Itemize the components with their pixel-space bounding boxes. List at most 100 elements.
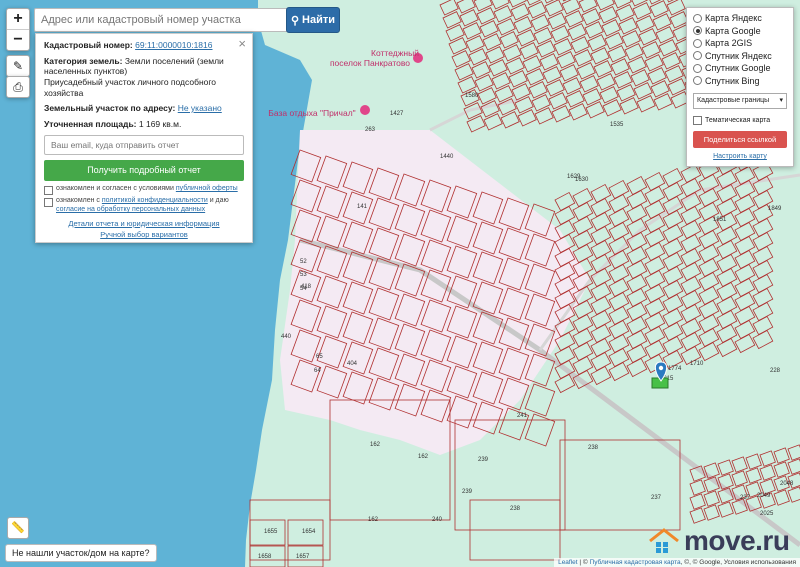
leaflet-link[interactable]: Leaflet bbox=[558, 559, 578, 566]
thematic-map-label: Тематическая карта bbox=[705, 117, 771, 124]
land-category-row: Категория земель: Земли поселений (земли… bbox=[44, 56, 244, 99]
privacy-policy-link[interactable]: политикой конфиденциальности bbox=[102, 197, 208, 204]
cadastral-number-row: Кадастровый номер: 69:11:0000010:1816 bbox=[44, 40, 244, 51]
layer-option[interactable]: Спутник Google bbox=[693, 62, 787, 75]
attribution-sep: | © bbox=[577, 559, 590, 566]
poi-marker-recreation bbox=[360, 105, 370, 115]
parcel-number-label: 162 bbox=[418, 454, 429, 460]
watermark-text: move.ru bbox=[684, 525, 790, 556]
printer-icon: ⎙ bbox=[13, 80, 23, 94]
layer-option-label: Спутник Google bbox=[705, 63, 771, 74]
agree-offer-text: ознакомлен и согласен с условиями bbox=[56, 185, 176, 193]
agree-privacy-text-2: и даю bbox=[207, 197, 229, 205]
parcel-number-label: 1535 bbox=[610, 122, 624, 128]
zoom-out-button[interactable]: − bbox=[7, 30, 29, 50]
zoom-control: + − bbox=[6, 8, 30, 51]
poi-label-cottage-1: Коттеджный bbox=[371, 48, 419, 58]
parcel-number-label: 1658 bbox=[258, 554, 272, 560]
overlay-select[interactable]: Кадастровые границы ▾ bbox=[693, 93, 787, 109]
share-link-button[interactable]: Поделиться ссылкой bbox=[693, 131, 787, 148]
parcel-number-label: 53 bbox=[300, 272, 307, 278]
agree-offer-checkbox[interactable] bbox=[44, 186, 53, 196]
agree-privacy-text: ознакомлен с bbox=[56, 197, 102, 205]
search-input[interactable] bbox=[34, 8, 294, 32]
radio-button[interactable] bbox=[693, 76, 702, 86]
parcel-number-label: 238 bbox=[588, 445, 599, 451]
move-ru-logo: move.ru bbox=[648, 525, 790, 557]
pencil-icon: ✎ bbox=[12, 59, 24, 73]
parcel-number-label: 1629 bbox=[567, 174, 581, 180]
parcel-number-label: 1849 bbox=[768, 206, 782, 212]
cadastral-number-link[interactable]: 69:11:0000010:1816 bbox=[135, 40, 212, 50]
ruler-icon: 📏 bbox=[11, 522, 25, 534]
layer-option[interactable]: Карта Google bbox=[693, 25, 787, 38]
pkk-link[interactable]: Публичная кадастровая карта bbox=[590, 559, 681, 566]
address-link[interactable]: Не указано bbox=[178, 103, 222, 113]
parcel-number-label: 1851 bbox=[713, 217, 727, 223]
search-button[interactable]: ⚲ Найти bbox=[286, 7, 340, 33]
close-icon[interactable]: × bbox=[238, 36, 246, 52]
layer-option[interactable]: Карта 2GIS bbox=[693, 37, 787, 50]
house-icon bbox=[649, 528, 679, 553]
parcel-number-label: 1657 bbox=[296, 554, 310, 560]
manual-selection-link[interactable]: Ручной выбор вариантов bbox=[44, 230, 244, 239]
parcel-number-label: 1774 bbox=[668, 366, 682, 372]
report-details-link[interactable]: Детали отчета и юридическая информация bbox=[44, 219, 244, 228]
radio-button[interactable] bbox=[693, 38, 702, 48]
agree-offer-checkbox-row: ознакомлен и согласен с условиями публич… bbox=[44, 185, 244, 196]
measure-tool-button[interactable]: ✎ bbox=[6, 55, 30, 77]
parcel-number-label: 64 bbox=[314, 368, 321, 374]
parcel-number-label: 440 bbox=[281, 334, 292, 340]
layer-option-label: Карта Яндекс bbox=[705, 13, 762, 24]
layer-option[interactable]: Карта Яндекс bbox=[693, 12, 787, 25]
parcel-number-label: 237 bbox=[651, 495, 662, 501]
public-offer-link[interactable]: публичной оферты bbox=[176, 185, 238, 192]
layer-option[interactable]: Спутник Bing bbox=[693, 75, 787, 88]
area-label: Уточненная площадь: bbox=[44, 118, 137, 129]
address-label: Земельный участок по адресу: bbox=[44, 103, 176, 114]
parcel-number-label: 2049 bbox=[757, 493, 771, 499]
poi-label-recreation: База отдыха "Причал" bbox=[268, 108, 355, 118]
parcel-number-label: 1654 bbox=[302, 529, 316, 535]
address-row: Земельный участок по адресу: Не указано bbox=[44, 103, 244, 114]
zoom-in-button[interactable]: + bbox=[7, 9, 29, 30]
layer-option-label: Карта Google bbox=[705, 25, 761, 36]
layer-option[interactable]: Спутник Яндекс bbox=[693, 50, 787, 63]
radio-button[interactable] bbox=[693, 63, 702, 73]
not-found-button[interactable]: Не нашли участок/дом на карте? bbox=[5, 544, 157, 562]
overlay-select-value: Кадастровые границы bbox=[697, 97, 770, 104]
email-field[interactable] bbox=[44, 135, 244, 156]
area-row: Уточненная площадь: 1 169 кв.м. bbox=[44, 119, 244, 130]
attribution-rest: , ©, © Google, Условия использования bbox=[680, 559, 796, 566]
radio-button[interactable] bbox=[693, 26, 702, 36]
thematic-map-checkbox[interactable] bbox=[693, 116, 702, 125]
category-label: Категория земель: bbox=[44, 55, 123, 66]
agree-privacy-checkbox-row: ознакомлен с политикой конфиденциальност… bbox=[44, 197, 244, 215]
personal-data-consent-link[interactable]: согласие на обработку персональных данны… bbox=[56, 206, 205, 213]
parcel-number-label: 240 bbox=[432, 517, 443, 523]
ruler-button[interactable]: 📏 bbox=[7, 517, 29, 539]
get-report-button[interactable]: Получить подробный отчет bbox=[44, 160, 244, 182]
print-button[interactable]: ⎙ bbox=[6, 76, 30, 98]
parcel-info-panel: × Кадастровый номер: 69:11:0000010:1816 … bbox=[35, 33, 253, 243]
cadastral-label: Кадастровый номер: bbox=[44, 40, 133, 50]
layer-option-label: Карта 2GIS bbox=[705, 38, 753, 49]
parcel-number-label: 2025 bbox=[760, 511, 774, 517]
area-value: 1 169 кв.м. bbox=[138, 118, 182, 129]
search-icon: ⚲ bbox=[290, 14, 300, 27]
radio-button[interactable] bbox=[693, 51, 702, 61]
parcel-number-label: 1655 bbox=[264, 529, 278, 535]
agree-privacy-checkbox[interactable] bbox=[44, 198, 53, 208]
parcel-number-label: 228 bbox=[770, 368, 781, 374]
setup-map-link[interactable]: Настроить карту bbox=[693, 153, 787, 160]
chevron-down-icon: ▾ bbox=[779, 97, 783, 104]
parcel-number-label: 162 bbox=[370, 442, 381, 448]
radio-button[interactable] bbox=[693, 13, 702, 23]
parcel-number-label: 1580 bbox=[465, 93, 479, 99]
parcel-number-label: 239 bbox=[462, 489, 473, 495]
parcel-number-label: 241 bbox=[517, 413, 528, 419]
parcel-number-label: 1710 bbox=[690, 361, 704, 367]
parcel-number-label: 239 bbox=[478, 457, 489, 463]
parcel-number-label: 52 bbox=[300, 259, 307, 265]
layer-option-label: Спутник Bing bbox=[705, 75, 760, 86]
